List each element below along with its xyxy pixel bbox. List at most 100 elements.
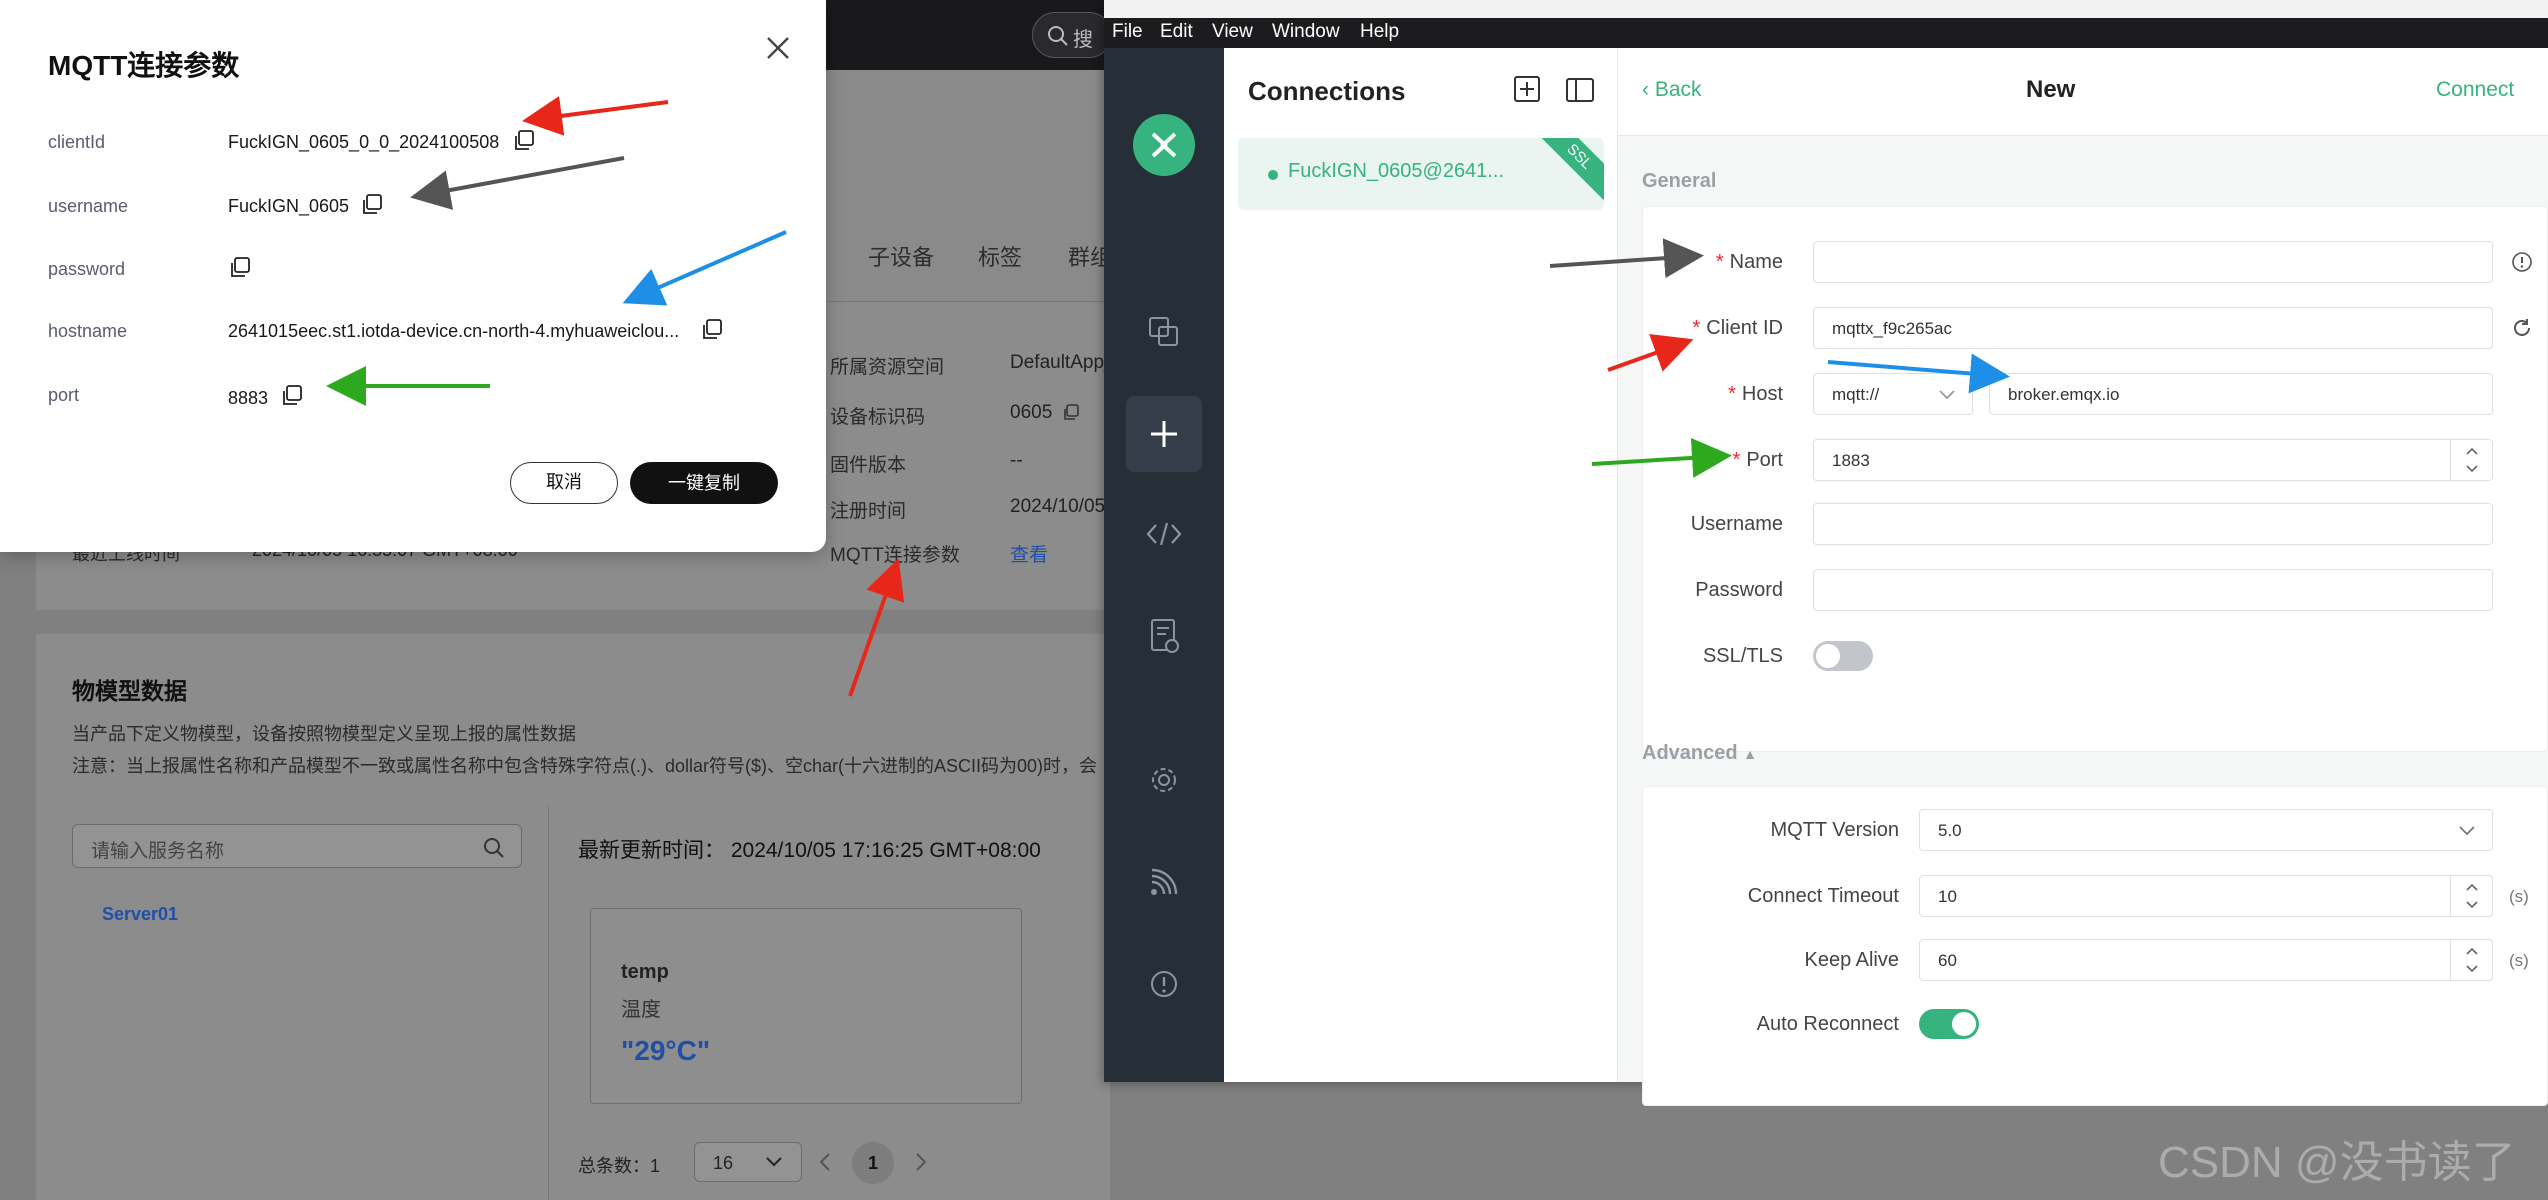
copy-all-button[interactable]: 一键复制 [630,462,778,504]
dialog-title: MQTT连接参数 [48,50,240,81]
general-card: * Name * Client ID mqttx_f9c265ac * Host mq… [1642,206,2548,752]
tab-tags[interactable]: 标签 [978,240,1022,272]
menu-view[interactable]: View [1212,21,1253,43]
log-icon[interactable] [1142,614,1186,658]
field-label-ssl: SSL/TLS [1702,645,1783,667]
field-label-text: Name [1729,251,1783,273]
copy-icon[interactable] [1062,404,1080,422]
section-title: 物模型数据 [72,678,187,704]
new-connection-button[interactable] [1126,396,1202,472]
mqtt-params-dialog: MQTT连接参数 clientId FuckIGN_0605_0_0_20241… [0,0,826,552]
cancel-button[interactable]: 取消 [510,462,618,504]
menu-edit[interactable]: Edit [1160,21,1193,43]
keep-alive-unit: (s) [2509,951,2529,970]
view-mqtt-params-link[interactable]: 查看 [1010,540,1048,567]
copy-icon[interactable] [700,318,724,342]
client-id-input[interactable]: mqttx_f9c265ac [1813,307,2493,349]
timeout-stepper[interactable] [2450,876,2492,916]
service-search-input[interactable]: 请输入服务名称 [72,824,522,868]
app-sidebar [1104,48,1224,1082]
protocol-value: mqtt:// [1832,385,1880,404]
connection-name: FuckIGN_0605@2641... [1288,160,1504,182]
copy-icon[interactable] [228,256,252,280]
divider [548,806,549,1200]
auto-reconnect-toggle[interactable] [1919,1009,1979,1039]
host-input[interactable]: broker.emqx.io [1989,373,2493,415]
menu-window[interactable]: Window [1272,21,1340,43]
sidebar-toggle-icon[interactable] [1566,78,1594,102]
field-label-keep-alive: Keep Alive [1804,949,1899,971]
username-input[interactable] [1813,503,2493,545]
page-number[interactable]: 1 [852,1142,894,1184]
info-value-firmware: -- [1010,450,1023,471]
back-button[interactable]: ‹ Back [1642,78,1702,102]
port-input[interactable]: 1883 [1813,439,2493,481]
console-search[interactable]: 搜 [1032,12,1112,58]
label-clientid: clientId [48,132,106,152]
timeout-unit: (s) [2509,887,2529,906]
ssl-toggle[interactable] [1813,641,1873,671]
required-marker: * [1732,449,1741,471]
value-username: FuckIGN_0605 [228,196,350,216]
info-label-mqtt-params: MQTT连接参数 [830,545,960,566]
menu-file[interactable]: File [1112,21,1143,43]
advanced-label-text: Advanced [1642,742,1738,764]
service-search-placeholder: 请输入服务名称 [91,841,225,862]
field-label-text: Host [1741,383,1783,405]
page-title: New [2026,76,2076,103]
value-clientid: FuckIGN_0605_0_0_2024100508 [228,132,500,152]
info-icon[interactable] [2511,251,2533,273]
copy-icon[interactable] [512,129,536,153]
field-label-text: Port [1746,449,1783,471]
info-value-register-time: 2024/10/05 [1010,496,1106,517]
menu-help[interactable]: Help [1360,21,1399,43]
chevron-right-icon[interactable] [914,1152,928,1172]
required-marker: * [1728,383,1736,405]
field-label-text: Client ID [1706,317,1783,339]
copy-icon[interactable] [360,193,384,217]
search-icon [484,838,504,858]
info-label-device-id: 设备标识码 [830,407,926,428]
port-stepper[interactable] [2450,440,2492,480]
mqtt-version-select[interactable]: 5.0 [1919,809,2493,851]
value-hostname: 2641015eec.st1.iotda-device.cn-north-4.m… [228,321,680,341]
settings-icon[interactable] [1142,758,1186,802]
label-username: username [48,196,129,216]
password-input[interactable] [1813,569,2493,611]
port-value: 1883 [1832,451,1870,470]
advanced-section-label[interactable]: Advanced ▲ [1642,742,1757,765]
info-icon[interactable] [1142,962,1186,1006]
tab-subdevice[interactable]: 子设备 [868,240,934,272]
required-marker: * [1715,251,1724,273]
last-update-time: 最新更新时间： 2024/10/05 17:16:25 GMT+08:00 [578,839,1041,862]
field-label-host: * Host [1643,383,1783,406]
toggle-knob [1816,644,1840,668]
advanced-card: MQTT Version 5.0 Connect Timeout 10 (s) … [1642,786,2548,1106]
stepper-arrows-icon [2466,947,2478,973]
connect-button[interactable]: Connect [2436,78,2514,102]
section-note: 注意：当上报属性名称和产品模型不一致或属性名称中包含特殊字符点(.)、dolla… [72,756,1098,776]
copy-icon[interactable] [280,384,304,408]
protocol-select[interactable]: mqtt:// [1813,373,1973,415]
keep-alive-input[interactable]: 60 [1919,939,2493,981]
watermark: CSDN @没书读了 [2158,1138,2516,1187]
name-input[interactable] [1813,241,2493,283]
refresh-icon[interactable] [2511,317,2533,339]
service-item[interactable]: Server01 [102,904,178,925]
field-label-name: * Name [1643,251,1783,274]
close-icon[interactable] [760,30,796,66]
connections-icon[interactable] [1142,310,1186,354]
connect-timeout-input[interactable]: 10 [1919,875,2493,917]
subscribe-feed-icon[interactable] [1142,860,1186,904]
add-connection-icon[interactable] [1514,76,1540,102]
logo-icon [1151,132,1177,158]
chevron-left-icon: ‹ [1642,78,1655,101]
chevron-left-icon[interactable] [818,1152,832,1172]
connection-item[interactable]: FuckIGN_0605@2641... SSL [1238,138,1604,210]
connections-panel: Connections FuckIGN_0605@2641... SSL [1224,48,1618,1082]
page-size-select[interactable]: 16 [694,1142,802,1182]
field-label-connect-timeout: Connect Timeout [1747,885,1899,907]
script-icon[interactable] [1142,512,1186,556]
device-tabs [796,210,1110,302]
keep-alive-stepper[interactable] [2450,940,2492,980]
